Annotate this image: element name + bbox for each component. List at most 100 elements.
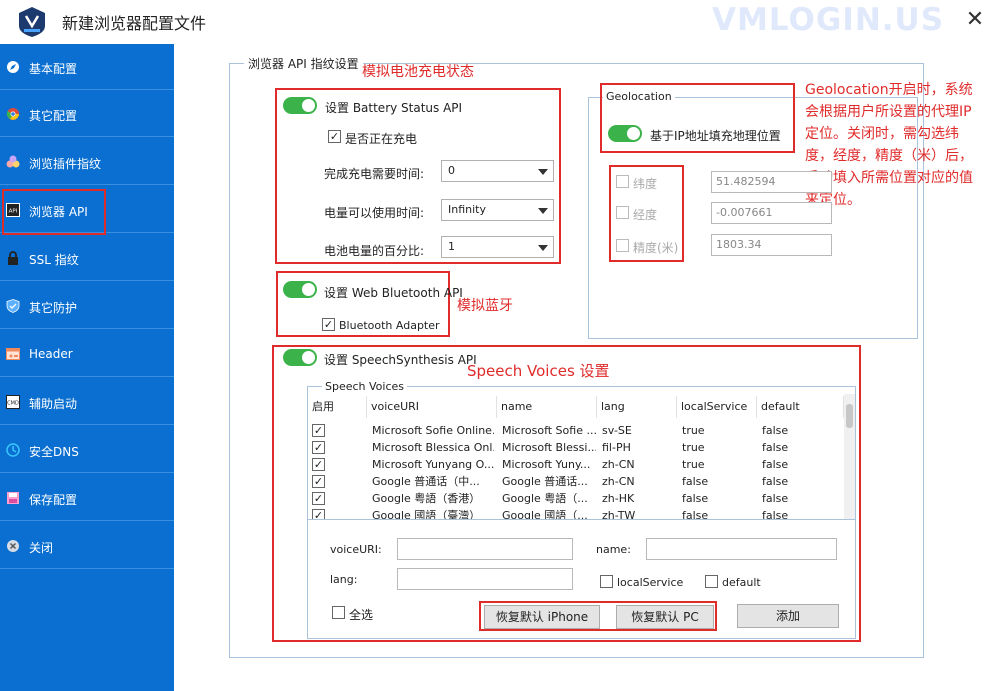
add-button[interactable]: 添加 (737, 604, 839, 628)
sidebar-item-header[interactable]: Header (0, 331, 174, 377)
sidebar-item-plugin-fingerprint[interactable]: 浏览插件指纹 (0, 139, 174, 185)
voiceuri-cell: Microsoft Blessica Onl... (372, 441, 494, 454)
accuracy-checkbox[interactable] (616, 239, 629, 252)
charge-time-select[interactable]: 0 (441, 160, 554, 182)
name-form-label: name: (596, 543, 631, 556)
chevron-down-icon (538, 245, 548, 251)
voice-enabled-checkbox[interactable]: ✓ (312, 458, 325, 471)
table-row[interactable]: ✓ Microsoft Sofie Online... Microsoft So… (308, 422, 844, 439)
geolocation-annotation-line: 度，经度，精度（米）后， (805, 148, 973, 164)
name-cell: Microsoft Blessi... (502, 441, 596, 454)
voiceuri-cell: Microsoft Yunyang O... (372, 458, 494, 471)
voiceuri-form-input[interactable] (397, 538, 573, 560)
dns-icon (6, 443, 20, 457)
column-header-default[interactable]: default (757, 396, 844, 418)
chrome-icon (6, 108, 19, 120)
sidebar-item-close[interactable]: 关闭 (0, 523, 174, 569)
sidebar-item-secure-dns[interactable]: 安全DNS (0, 427, 174, 473)
name-cell: Google 普通话... (502, 475, 588, 488)
column-header-lang[interactable]: lang (597, 396, 677, 418)
sidebar-item-ssl[interactable]: SSL 指纹 (0, 235, 174, 281)
sidebar-item-save-config[interactable]: 保存配置 (0, 475, 174, 521)
voice-enabled-checkbox[interactable]: ✓ (312, 492, 325, 505)
geolocation-annotation: Geolocation开启时，系统 会根据用户所设置的代理IP 定位。关闭时，需… (805, 79, 995, 211)
name-form-input[interactable] (646, 538, 837, 560)
voice-enabled-checkbox[interactable]: ✓ (312, 509, 325, 519)
name-cell: Google 國語（... (502, 509, 588, 520)
column-header-voiceuri[interactable]: voiceURI (367, 396, 497, 418)
table-row[interactable]: ✓ Google 國語（臺灣） Google 國語（... zh-TW fals… (308, 507, 844, 520)
speech-api-toggle[interactable] (283, 349, 317, 366)
sidebar-item-other-protection[interactable]: 其它防护 (0, 283, 174, 329)
geolocation-annotation-line: 来定位。 (805, 192, 861, 208)
highlight-browser-api (2, 189, 106, 235)
sidebar-item-label: 辅助启动 (29, 397, 78, 411)
voices-table: 启用 voiceURI name lang localService defau… (308, 394, 855, 520)
default-form-label: default (722, 576, 761, 589)
latitude-input[interactable]: 51.482594 (711, 171, 832, 193)
bluetooth-api-toggle[interactable] (283, 281, 317, 298)
sidebar: 基本配置 其它配置 浏览插件指纹 API 浏览器 API SSL 指纹 其它防护… (0, 44, 174, 691)
battery-api-label: 设置 Battery Status API (325, 101, 463, 115)
battery-level-select[interactable]: 1 (441, 236, 554, 258)
lang-cell: zh-CN (602, 475, 635, 488)
sidebar-item-label: 安全DNS (29, 445, 79, 459)
longitude-checkbox[interactable] (616, 206, 629, 219)
lang-cell: zh-TW (602, 509, 636, 520)
voiceuri-form-label: voiceURI: (330, 543, 382, 556)
battery-api-toggle[interactable] (283, 97, 317, 114)
localservice-cell: false (682, 475, 709, 488)
select-all-checkbox[interactable] (332, 606, 345, 619)
restore-pc-button[interactable]: 恢复默认 PC (616, 605, 714, 629)
column-header-enabled[interactable]: 启用 (308, 396, 367, 418)
column-header-localservice[interactable]: localService (677, 396, 757, 418)
chevron-down-icon (538, 208, 548, 214)
geolocation-toggle-label: 基于IP地址填充地理位置 (650, 129, 781, 143)
table-row[interactable]: ✓ Google 普通话（中... Google 普通话... zh-CN fa… (308, 473, 844, 490)
restore-iphone-button[interactable]: 恢复默认 iPhone (484, 605, 600, 629)
lang-form-input[interactable] (397, 568, 573, 590)
sidebar-item-label: 浏览插件指纹 (29, 157, 102, 171)
battery-annotation: 模拟电池充电状态 (362, 64, 474, 80)
table-row[interactable]: ✓ Microsoft Blessica Onl... Microsoft Bl… (308, 439, 844, 456)
sidebar-item-basic[interactable]: 基本配置 (0, 44, 174, 90)
charge-time-value: 0 (448, 164, 455, 177)
speech-annotation: Speech Voices 设置 (467, 362, 610, 380)
name-cell: Microsoft Sofie ... (502, 424, 596, 437)
lang-form-label: lang: (330, 573, 358, 586)
default-form-checkbox[interactable] (705, 575, 718, 588)
sidebar-item-label: 基本配置 (29, 62, 78, 76)
accuracy-input[interactable]: 1803.34 (711, 234, 832, 256)
longitude-input[interactable]: -0.007661 (711, 202, 832, 224)
geolocation-toggle[interactable] (608, 125, 642, 142)
latitude-checkbox[interactable] (616, 175, 629, 188)
title-bar: 新建浏览器配置文件 VMLOGIN.US ✕ (0, 0, 998, 42)
name-cell: Microsoft Yuny... (502, 458, 591, 471)
speech-voices-group-title: Speech Voices (322, 380, 408, 393)
battery-level-label: 电池电量的百分比: (324, 244, 425, 258)
table-row[interactable]: ✓ Microsoft Yunyang O... Microsoft Yuny.… (308, 456, 844, 473)
close-window-button[interactable]: ✕ (960, 6, 990, 34)
voice-enabled-checkbox[interactable]: ✓ (312, 475, 325, 488)
speech-api-label: 设置 SpeechSynthesis API (324, 353, 477, 367)
window-title: 新建浏览器配置文件 (62, 14, 207, 33)
table-row[interactable]: ✓ Google 粤語（香港） Google 粤語（... zh-HK fals… (308, 490, 844, 507)
watermark-text: VMLOGIN.US (712, 2, 945, 38)
charging-checkbox[interactable]: ✓ (328, 130, 341, 143)
name-cell: Google 粤語（... (502, 492, 588, 505)
voice-enabled-checkbox[interactable]: ✓ (312, 441, 325, 454)
battery-level-value: 1 (448, 240, 455, 253)
discharge-time-select[interactable]: Infinity (441, 199, 554, 221)
bluetooth-adapter-checkbox[interactable]: ✓ (322, 318, 335, 331)
scrollbar-thumb[interactable] (846, 404, 853, 428)
table-scrollbar[interactable] (844, 394, 855, 519)
sidebar-item-auxiliary-launch[interactable]: CMD 辅助启动 (0, 379, 174, 425)
discharge-time-label: 电量可以使用时间: (324, 206, 425, 220)
geolocation-annotation-line: Geolocation开启时，系统 (805, 82, 973, 98)
voiceuri-cell: Google 國語（臺灣） (372, 509, 481, 520)
column-header-name[interactable]: name (497, 396, 597, 418)
default-cell: false (762, 492, 789, 505)
localservice-form-checkbox[interactable] (600, 575, 613, 588)
voice-enabled-checkbox[interactable]: ✓ (312, 424, 325, 437)
sidebar-item-other-config[interactable]: 其它配置 (0, 91, 174, 137)
